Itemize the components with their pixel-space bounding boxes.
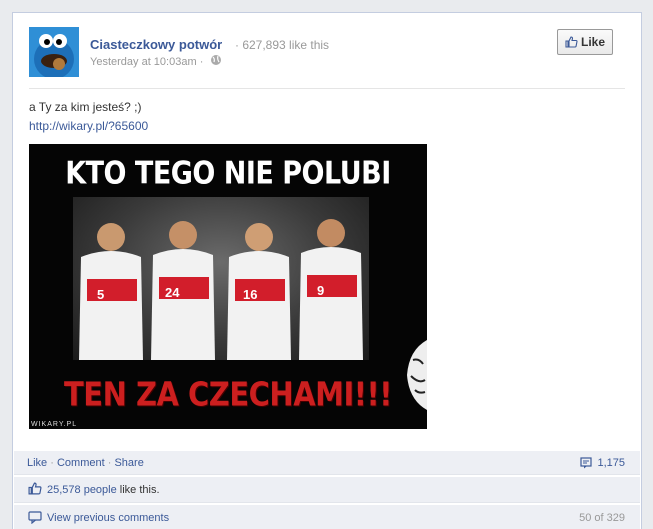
post-actions: Like · Comment · Share: [27, 457, 144, 469]
players-photo: 5 24 16 9: [73, 197, 369, 360]
player-1: [79, 223, 143, 360]
like-action[interactable]: Like: [27, 457, 47, 469]
football-players-illustration: 5 24 16 9: [79, 219, 363, 360]
action-separator: ·: [107, 457, 112, 469]
likes-people-link[interactable]: 25,578 people: [47, 484, 117, 496]
share-action[interactable]: Share: [114, 457, 143, 469]
image-watermark: WIKARY.PL: [31, 421, 78, 428]
post-message: a Ty za kim jesteś? ;): [29, 100, 142, 114]
jersey-number-1: 5: [97, 287, 104, 302]
post-link[interactable]: http://wikary.pl/?65600: [29, 119, 148, 133]
likes-summary-row: 25,578 people like this.: [14, 477, 640, 503]
image-bottom-caption: TEN ZA CZECHAMI!!!: [64, 374, 392, 414]
globe-icon: [211, 55, 221, 65]
likes-summary: 25,578 people like this.: [47, 484, 160, 496]
comment-action[interactable]: Comment: [57, 457, 105, 469]
post-image[interactable]: KTO TEGO NIE POLUBI 5 24 16 9 TEN ZA CZE…: [29, 144, 427, 429]
comment-count[interactable]: 1,175: [580, 457, 625, 469]
post-timestamp[interactable]: Yesterday at 10:03am ·: [90, 56, 203, 68]
cookie-monster-avatar-icon: [29, 27, 79, 77]
player-4: [299, 219, 363, 360]
page-avatar[interactable]: [29, 27, 79, 77]
image-top-caption: KTO TEGO NIE POLUBI: [65, 155, 391, 192]
thumbs-up-icon: [28, 482, 42, 495]
comment-icon: [580, 457, 593, 469]
thumbs-up-icon: [565, 36, 578, 48]
jersey-number-2: 24: [165, 285, 180, 300]
post-card: Ciasteczkowy potwór · 627,893 like this …: [12, 12, 642, 529]
likes-suffix: like this.: [119, 484, 160, 496]
post-header: Ciasteczkowy potwór · 627,893 like this …: [29, 27, 625, 87]
timestamp-separator: ·: [199, 56, 204, 68]
comment-count-value[interactable]: 1,175: [597, 457, 625, 469]
player-2: [151, 221, 215, 360]
header-divider: [29, 88, 625, 89]
like-page-button[interactable]: Like: [557, 29, 613, 55]
page-likes-count: · 627,893 like this: [235, 38, 330, 52]
jersey-number-4: 9: [317, 283, 324, 298]
page-name-link[interactable]: Ciasteczkowy potwór: [90, 37, 222, 52]
view-previous-comments-link[interactable]: View previous comments: [47, 512, 169, 524]
jersey-number-3: 16: [243, 287, 257, 302]
like-page-button-label: Like: [580, 35, 605, 49]
player-3: [227, 223, 291, 360]
speech-bubble-icon: [28, 511, 42, 524]
comments-pager: 50 of 329: [579, 512, 625, 524]
post-action-bar: Like · Comment · Share 1,175: [14, 451, 640, 475]
comments-row: View previous comments 50 of 329: [14, 505, 640, 529]
action-separator: ·: [50, 457, 54, 469]
timestamp-text[interactable]: Yesterday at 10:03am: [90, 56, 197, 68]
